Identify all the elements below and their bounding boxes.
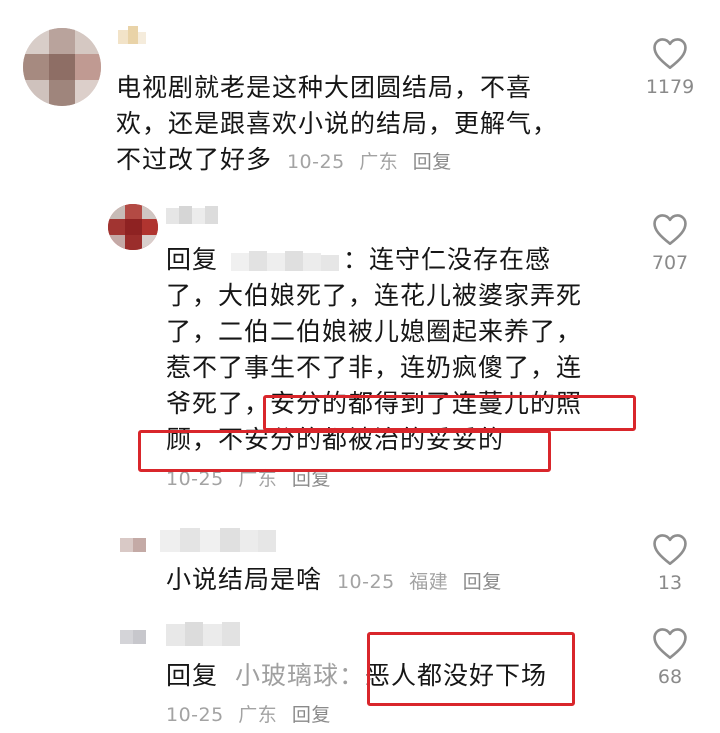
highlighted-text: 顾，不安分的都被治的妥妥的 [166, 425, 505, 454]
reply-prefix: 回复 [166, 245, 219, 274]
comment-date: 10-25 [166, 468, 224, 490]
username-blurred[interactable] [166, 622, 240, 646]
comment-location: 广东 [238, 704, 278, 726]
comment-line: 不过改了好多 10-25 广东 回复 [116, 142, 558, 180]
comment-line: 电视剧就老是这种大团圆结局，不喜 [116, 73, 533, 102]
heart-outline-icon [653, 38, 687, 69]
reply-button[interactable]: 回复 [292, 468, 331, 490]
like-button[interactable]: 68 [640, 626, 700, 688]
comment-line: 惹不了事生不了非，连奶疯傻了，连 [166, 353, 583, 382]
comment-line: 小说结局是啥 10-25 福建 回复 [166, 562, 510, 600]
comment-date: 10-25 [286, 151, 345, 173]
heart-outline-icon [653, 628, 687, 659]
username-blurred[interactable] [166, 204, 218, 226]
reply-body: 回复 ：连守仁没存在感 了，大伯娘死了，连花儿被婆家弄死 了，二伯二伯娘被儿媳圈… [166, 242, 582, 491]
reply-to-name-blurred[interactable] [230, 249, 339, 273]
like-button[interactable]: 707 [640, 212, 700, 274]
comment-meta: 10-25 广东 回复 [287, 151, 460, 173]
comment-location: 广东 [238, 468, 278, 490]
reply-to-name[interactable]: 小玻璃球 [235, 661, 339, 690]
comment-line-text: 不过改了好多 [116, 145, 273, 174]
comment-line: 回复 ：连守仁没存在感 [166, 242, 582, 278]
comment-line: 回复 小玻璃球：恶人都没好下场 [166, 658, 547, 694]
reply-button[interactable]: 回复 [413, 151, 452, 173]
reply-body: 小说结局是啥 10-25 福建 回复 [166, 562, 510, 600]
username-blurred[interactable] [118, 26, 146, 48]
comment-line: 爷死了，安分的都得到了连蔓儿的照 [166, 386, 582, 422]
comment-line-text: ：连守仁没存在感 [342, 245, 551, 274]
like-button[interactable]: 13 [640, 532, 700, 594]
avatar[interactable] [23, 28, 101, 106]
reply-prefix: 回复 [166, 661, 219, 690]
heart-outline-icon [653, 214, 687, 245]
avatar[interactable] [120, 538, 146, 552]
reply-button[interactable]: 回复 [292, 704, 331, 726]
like-count: 1179 [645, 76, 695, 98]
highlighted-text: 恶人都没好下场 [365, 661, 548, 690]
username-blurred[interactable] [160, 528, 276, 552]
comment-body: 电视剧就老是这种大团圆结局，不喜 欢，还是跟喜欢小说的结局，更解气， 不过改了好… [116, 70, 558, 180]
like-button[interactable]: 1179 [640, 36, 700, 98]
comment-date: 10-25 [166, 704, 224, 726]
like-count: 68 [657, 666, 683, 688]
comment-line: 欢，还是跟喜欢小说的结局，更解气， [116, 109, 559, 138]
avatar[interactable] [120, 630, 146, 644]
comment-meta: 10-25 广东 回复 [166, 464, 582, 491]
comment-meta: 10-25 广东 回复 [166, 700, 547, 727]
avatar[interactable] [108, 204, 158, 250]
comment-line: 了，二伯二伯娘被儿媳圈起来养了， [166, 317, 583, 346]
highlighted-text: 安分的都得到了连蔓儿的照 [270, 389, 583, 418]
comment-line-text: 小说结局是啥 [166, 565, 323, 594]
reply-button[interactable]: 回复 [463, 571, 502, 593]
like-count: 707 [651, 252, 689, 274]
comment-line-text: 爷死了， [166, 389, 271, 418]
comment-meta: 10-25 福建 回复 [337, 571, 510, 593]
heart-outline-icon [653, 534, 687, 565]
comment-location: 广东 [359, 151, 399, 173]
reply-colon: ： [338, 661, 365, 690]
like-count: 13 [657, 572, 683, 594]
comment-date: 10-25 [336, 571, 395, 593]
reply-body: 回复 小玻璃球：恶人都没好下场 10-25 广东 回复 [166, 658, 547, 727]
comment-location: 福建 [409, 571, 449, 593]
comment-line: 了，大伯娘死了，连花儿被婆家弄死 [166, 281, 583, 310]
